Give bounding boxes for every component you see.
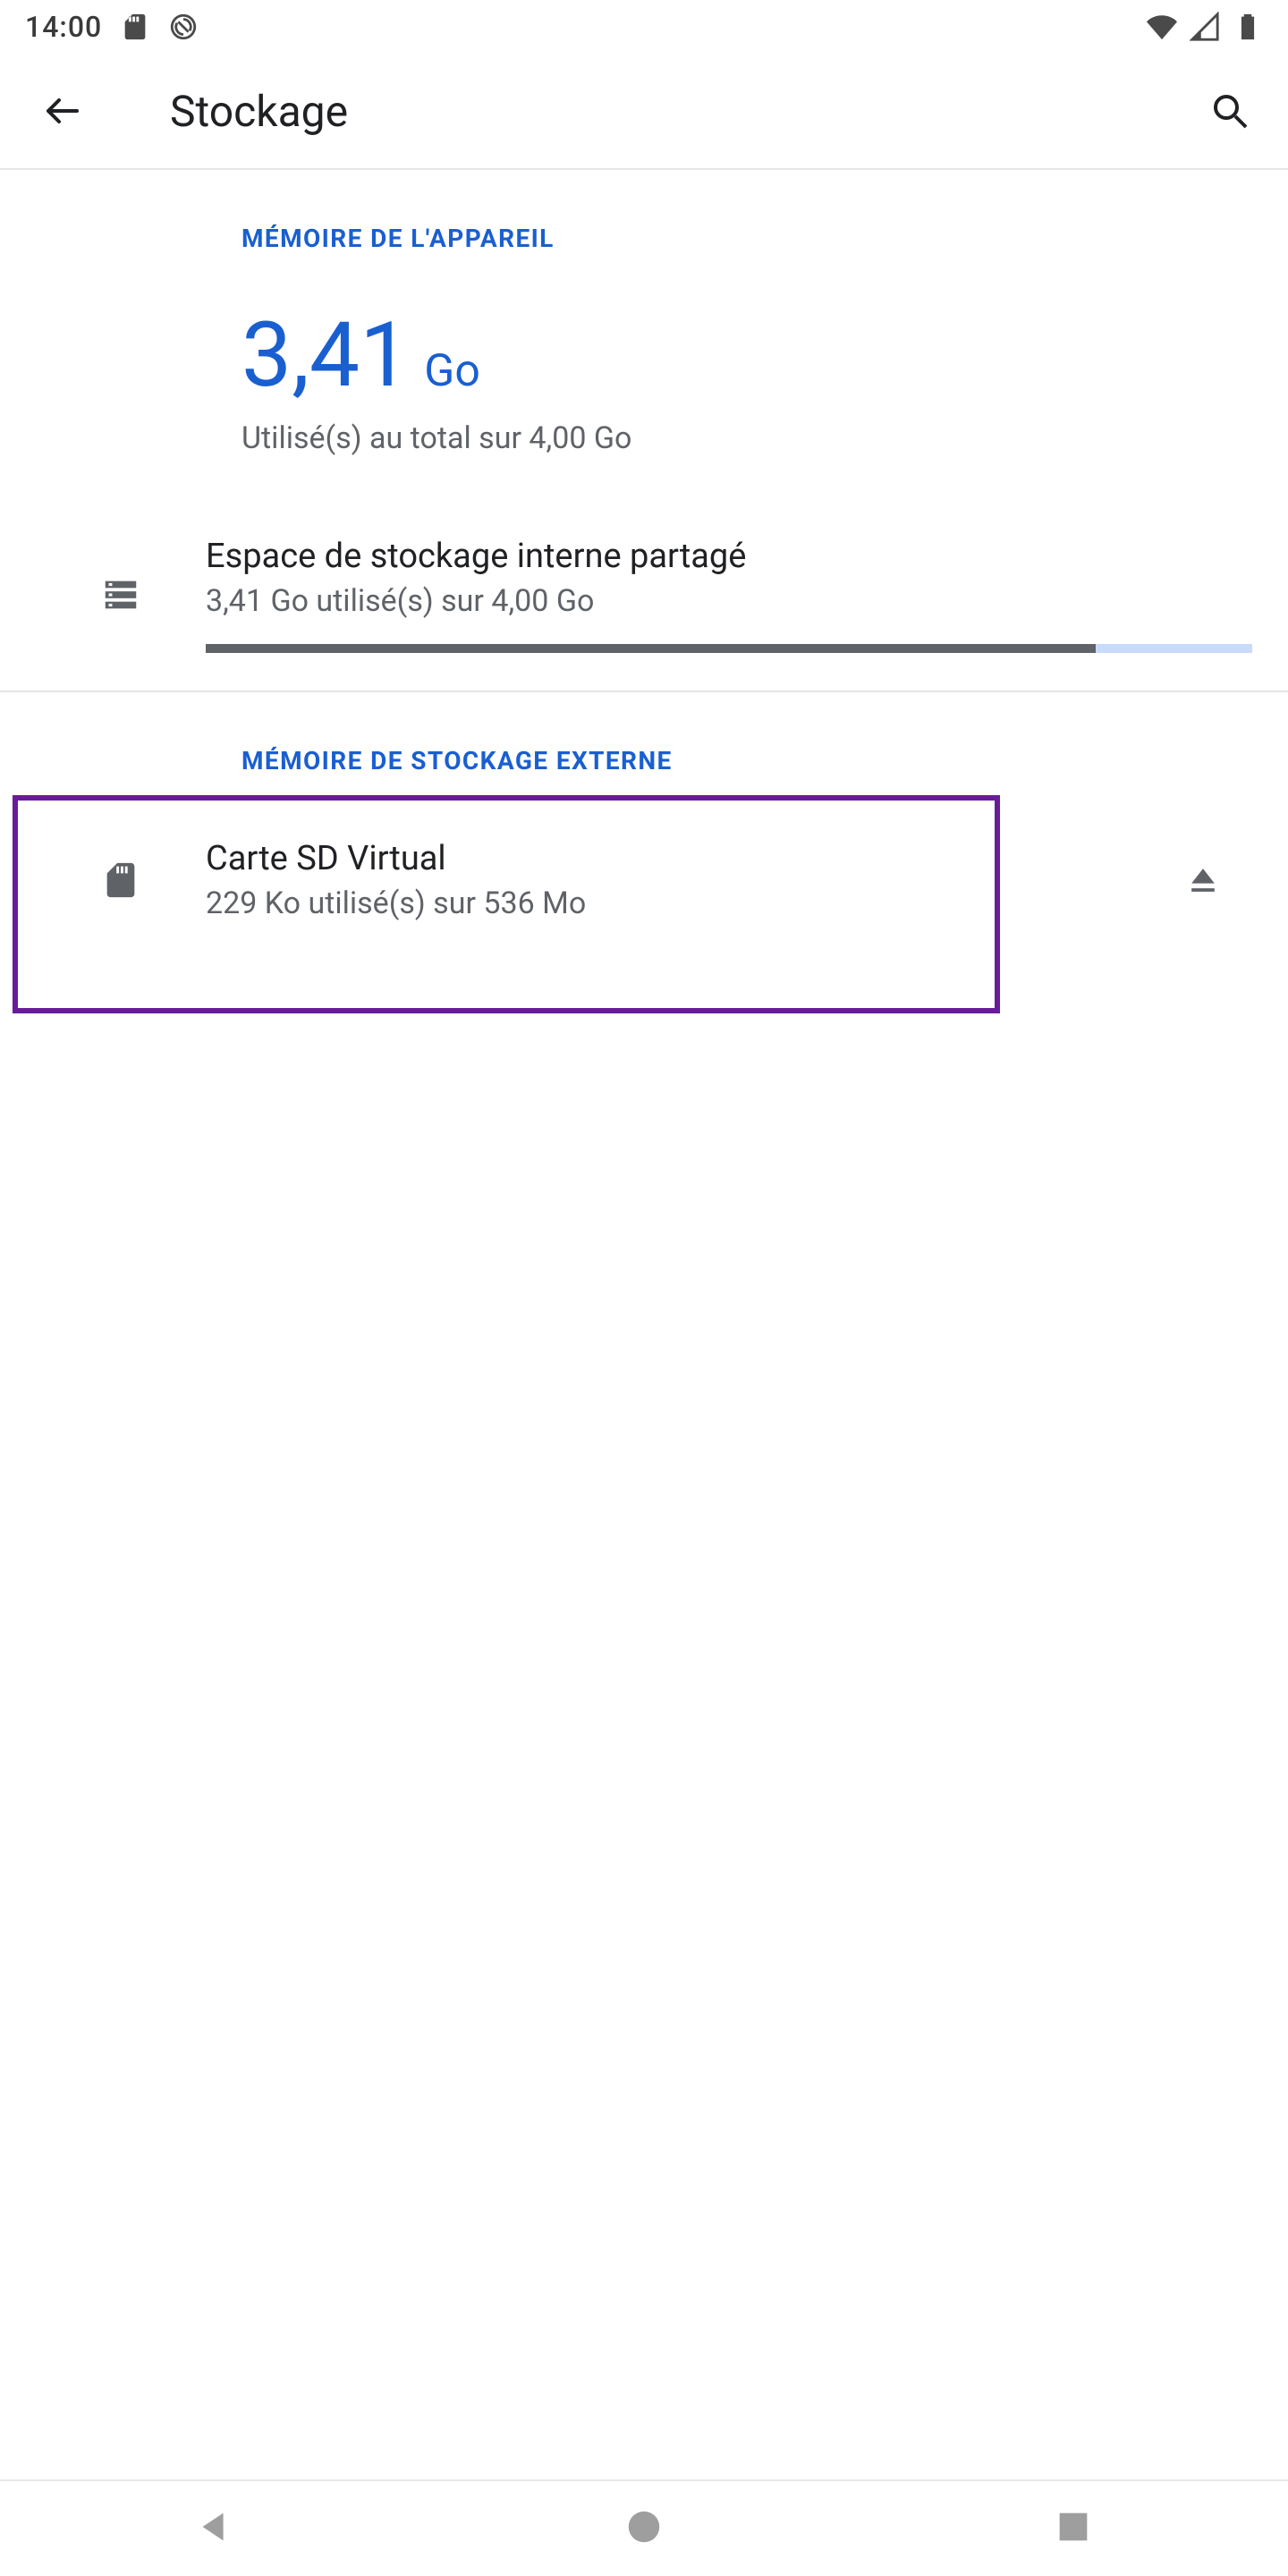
page-title: Stockage [170,86,1199,137]
battery-status-icon [1233,12,1263,42]
wifi-status-icon [1147,12,1177,42]
app-bar: Stockage [0,54,1288,170]
nav-home-button[interactable] [623,2506,665,2551]
internal-storage-sub: 3,41 Go utilisé(s) sur 4,00 Go [206,583,1252,619]
arrow-left-icon [41,89,84,132]
eject-button[interactable] [1154,831,1252,929]
square-recent-icon [1053,2506,1094,2547]
section-header-external: MÉMOIRE DE STOCKAGE EXTERNE [0,692,1288,799]
back-button[interactable] [27,75,98,147]
triangle-back-icon [194,2506,235,2547]
nav-back-button[interactable] [194,2506,235,2551]
no-sync-status-icon [168,12,199,42]
sd-card-title: Carte SD Virtual [206,839,1154,878]
eject-icon [1183,860,1223,900]
device-used-subtitle: Utilisé(s) au total sur 4,00 Go [242,420,1234,456]
nav-recent-button[interactable] [1053,2506,1094,2551]
section-header-device: MÉMOIRE DE L'APPAREIL [0,170,1288,276]
internal-storage-item[interactable]: Espace de stockage interne partagé 3,41 … [0,510,1288,669]
device-storage-summary: 3,41 Go Utilisé(s) au total sur 4,00 Go [0,276,1288,510]
device-used-unit: Go [424,345,480,397]
status-bar: 14:00 [0,0,1288,54]
status-time: 14:00 [25,10,102,44]
sd-card-sub: 229 Ko utilisé(s) sur 536 Mo [206,886,1154,921]
sd-card-item[interactable]: Carte SD Virtual 229 Ko utilisé(s) sur 5… [0,799,1288,962]
sd-card-icon [100,860,141,901]
cellular-status-icon [1190,12,1220,42]
search-button[interactable] [1199,80,1261,142]
circle-home-icon [623,2506,665,2547]
internal-storage-progress [206,644,1252,653]
navigation-bar [0,2479,1288,2576]
search-icon [1208,89,1251,132]
device-used-value: 3,41 [242,303,410,408]
internal-storage-title: Espace de stockage interne partagé [206,537,1252,576]
storage-icon [100,574,141,615]
sd-card-status-icon [120,12,150,42]
